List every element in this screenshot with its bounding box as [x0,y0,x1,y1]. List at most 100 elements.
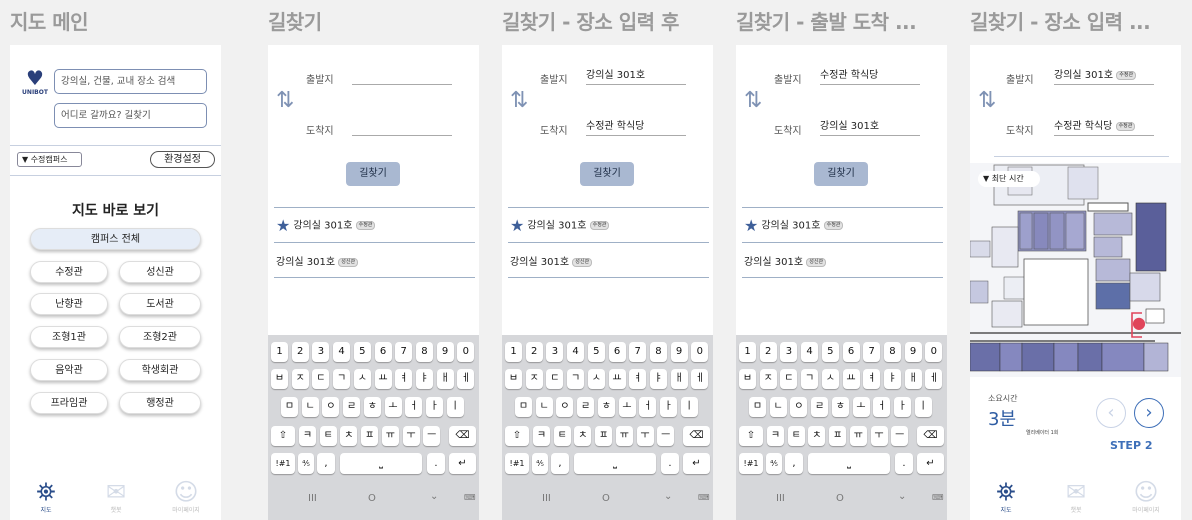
comma-key[interactable]: , [317,453,335,474]
key[interactable]: ㄹ [343,397,361,417]
key[interactable]: 1 [739,342,756,362]
key[interactable]: ㅎ [831,397,849,417]
result-item[interactable]: ★ 강의실 301호 수정관 [744,216,844,235]
key[interactable]: ㅐ [904,369,922,389]
key[interactable]: 4 [333,342,351,362]
recent-apps-icon[interactable]: III [542,493,551,504]
key[interactable]: ㅋ [767,426,784,446]
chevron-left-icon[interactable]: ‹ [1096,398,1126,428]
key[interactable]: ㅗ [618,397,636,417]
key[interactable]: ㅌ [787,426,805,446]
key[interactable]: ㅕ [863,369,881,389]
key[interactable]: ㅍ [829,426,847,446]
key[interactable]: 1 [505,342,522,362]
key[interactable]: ㄷ [546,369,564,389]
fraction-key[interactable]: ⅘ [298,453,314,474]
key[interactable]: ㅛ [608,369,626,389]
key[interactable]: 4 [567,342,585,362]
key[interactable]: 6 [842,342,860,362]
keyboard-switch-icon[interactable]: ⌨ [464,493,476,502]
key[interactable]: 9 [904,342,922,362]
key[interactable]: 3 [312,342,330,362]
key[interactable]: ㅐ [670,369,688,389]
home-icon[interactable]: O [602,493,610,504]
building-button[interactable]: 조형1관 [30,326,108,348]
key[interactable]: 0 [457,342,475,362]
key[interactable]: ㅏ [893,397,911,417]
campus-all-button[interactable]: 캠퍼스 전체 [30,228,201,250]
key[interactable]: ㅠ [615,426,633,446]
key[interactable]: ㅔ [691,369,709,389]
key[interactable]: ㅇ [790,397,808,417]
key[interactable]: 4 [801,342,819,362]
shift-key[interactable]: ⇧ [739,426,763,446]
key[interactable]: ㅗ [384,397,402,417]
key[interactable]: ㅡ [423,426,441,446]
key[interactable]: ㅛ [374,369,392,389]
favorite-star-icon[interactable]: ★ [510,216,524,235]
favorite-star-icon[interactable]: ★ [276,216,290,235]
key[interactable]: 9 [436,342,454,362]
nav-map[interactable]: ⛯ 지도 [986,479,1026,514]
key[interactable]: ㅈ [525,369,543,389]
route-search-button[interactable]: 길찾기 [580,162,634,186]
key[interactable]: ㄱ [333,369,351,389]
key[interactable]: ㅇ [556,397,574,417]
result-item[interactable]: 강의실 301호 성신관 [276,253,359,268]
key[interactable]: ㄴ [301,397,319,417]
swap-icon[interactable]: ⇅ [276,89,294,113]
key[interactable]: 9 [670,342,688,362]
key[interactable]: ㄷ [780,369,798,389]
key[interactable]: ㅁ [281,397,298,417]
key[interactable]: ㄹ [811,397,829,417]
key[interactable]: ㅡ [891,426,909,446]
start-field[interactable] [352,69,452,85]
key[interactable]: ㅂ [505,369,522,389]
key[interactable]: ㅔ [925,369,943,389]
key[interactable]: ㅣ [914,397,932,417]
nav-chat[interactable]: ✉ 챗봇 [96,479,136,514]
key[interactable]: ㅠ [849,426,867,446]
building-button[interactable]: 조형2관 [119,326,201,348]
period-key[interactable]: . [427,453,445,474]
keyboard-switch-icon[interactable]: ⌨ [698,493,710,502]
nav-mypage[interactable]: ☺ 마이페이지 [166,479,206,514]
key[interactable]: 8 [415,342,433,362]
key[interactable]: ㅁ [749,397,766,417]
key[interactable]: 3 [546,342,564,362]
key[interactable]: 7 [395,342,413,362]
result-item[interactable]: ★ 강의실 301호 수정관 [510,216,610,235]
key[interactable]: 7 [863,342,881,362]
backspace-key[interactable]: ⌫ [683,426,710,446]
key[interactable]: ㅜ [636,426,654,446]
key[interactable]: ㅣ [446,397,464,417]
key[interactable]: ㅡ [657,426,675,446]
key[interactable]: 5 [587,342,605,362]
key[interactable]: ㅓ [639,397,657,417]
key[interactable]: 8 [883,342,901,362]
key[interactable]: ㅣ [680,397,698,417]
enter-key[interactable]: ↵ [449,453,476,474]
key[interactable]: ㅅ [821,369,839,389]
key[interactable]: ㄱ [567,369,585,389]
key[interactable]: ㅁ [515,397,532,417]
key[interactable]: ㄱ [801,369,819,389]
route-search-button[interactable]: 길찾기 [346,162,400,186]
key[interactable]: 8 [649,342,667,362]
result-item[interactable]: 강의실 301호 성신관 [744,253,827,268]
keyboard-switch-icon[interactable]: ⌨ [932,493,944,502]
key[interactable]: ㅋ [299,426,316,446]
nav-chat[interactable]: ✉ 챗봇 [1056,479,1096,514]
building-button[interactable]: 도서관 [119,293,201,315]
key[interactable]: ㅓ [873,397,891,417]
key[interactable]: ㅂ [271,369,288,389]
favorite-star-icon[interactable]: ★ [744,216,758,235]
start-field[interactable]: 수정관 학식당 [820,69,920,85]
key[interactable]: ㅜ [402,426,420,446]
swap-icon[interactable]: ⇅ [978,89,996,113]
fraction-key[interactable]: ⅘ [532,453,548,474]
key[interactable]: ㅑ [415,369,433,389]
key[interactable]: 6 [608,342,626,362]
route-search-input[interactable]: 어디로 갈까요? 길찾기 [54,103,207,128]
home-icon[interactable]: O [836,493,844,504]
